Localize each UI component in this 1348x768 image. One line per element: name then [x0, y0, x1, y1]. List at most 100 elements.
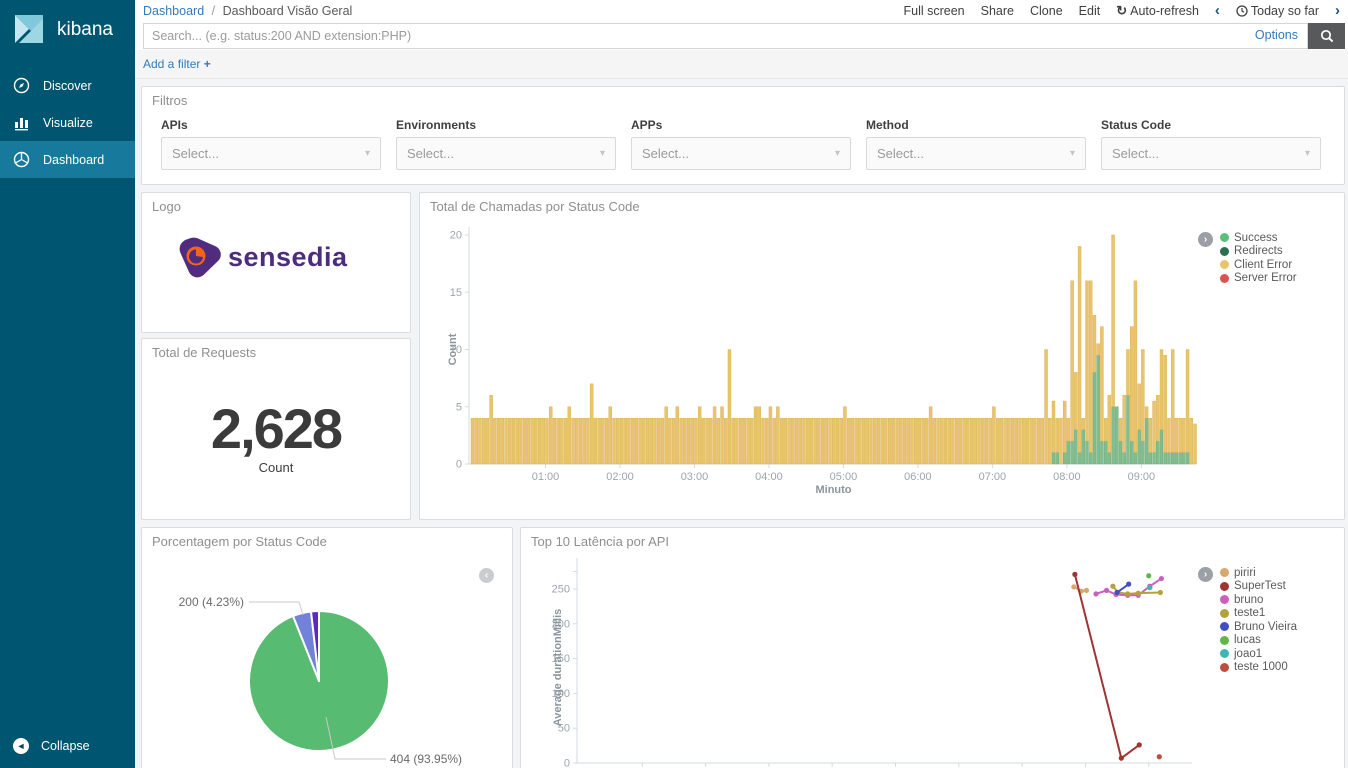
legend-color-dot — [1220, 247, 1229, 256]
legend-item[interactable]: lucas — [1220, 634, 1297, 648]
clone-button[interactable]: Clone — [1030, 4, 1063, 18]
legend-label: SuperTest — [1234, 580, 1286, 592]
sidebar: kibana Discover Visualize — [0, 0, 135, 768]
chevron-down-icon: ▾ — [600, 148, 605, 159]
chevron-down-icon: ▾ — [1070, 148, 1075, 159]
panel-status-calls-chart: Total de Chamadas por Status Code 051015… — [419, 192, 1345, 520]
legend-color-dot — [1220, 260, 1229, 269]
legend-label: Redirects — [1234, 245, 1283, 257]
legend-toggle-icon[interactable]: › — [1198, 232, 1213, 247]
legend-item[interactable]: Success — [1220, 231, 1297, 245]
filter-group-apis: APIs Select... ▾ — [161, 118, 381, 170]
select-value: Select... — [642, 146, 689, 161]
legend-color-dot — [1220, 622, 1229, 631]
legend-item[interactable]: teste 1000 — [1220, 661, 1297, 675]
svg-text:03:00: 03:00 — [681, 471, 709, 483]
add-filter-button[interactable]: Add a filter + — [143, 57, 211, 71]
sidebar-item-visualize[interactable]: Visualize — [0, 104, 135, 141]
legend-label: teste 1000 — [1234, 661, 1288, 673]
kibana-logo-icon — [12, 13, 46, 47]
legend-color-dot — [1220, 582, 1229, 591]
sidebar-item-discover[interactable]: Discover — [0, 67, 135, 104]
legend-item[interactable]: Client Error — [1220, 258, 1297, 272]
status-code-select[interactable]: Select... ▾ — [1101, 137, 1321, 170]
chevron-down-icon: ▾ — [365, 148, 370, 159]
panel-title: Total de Requests — [152, 345, 256, 360]
svg-text:Count: Count — [447, 333, 459, 365]
filter-label: Method — [866, 118, 1086, 132]
svg-text:15: 15 — [450, 287, 462, 299]
legend-label: lucas — [1234, 634, 1261, 646]
breadcrumb: Dashboard / Dashboard Visão Geral — [143, 4, 352, 18]
legend-item[interactable]: SuperTest — [1220, 580, 1297, 594]
filter-group-environments: Environments Select... ▾ — [396, 118, 616, 170]
full-screen-button[interactable]: Full screen — [904, 4, 965, 18]
breadcrumb-separator: / — [212, 4, 215, 18]
dashboard-actions: Full screen Share Clone Edit ↻Auto-refre… — [904, 3, 1341, 19]
filter-group-method: Method Select... ▾ — [866, 118, 1086, 170]
legend-item[interactable]: bruno — [1220, 593, 1297, 607]
legend-item[interactable]: piriri — [1220, 566, 1297, 580]
apps-select[interactable]: Select... ▾ — [631, 137, 851, 170]
app-title: kibana — [57, 19, 113, 41]
collapse-arrow-icon: ◄ — [13, 738, 29, 754]
legend-color-dot — [1220, 595, 1229, 604]
legend-toggle-icon[interactable]: › — [1198, 567, 1213, 582]
dashboard-icon — [13, 151, 30, 168]
series-point-SuperTest — [1137, 742, 1142, 747]
select-value: Select... — [407, 146, 454, 161]
series-point-teste1 — [1110, 584, 1115, 589]
breadcrumb-dashboard-link[interactable]: Dashboard — [143, 4, 204, 18]
series-line-SuperTest — [1075, 574, 1139, 758]
sidebar-collapse-button[interactable]: ◄ Collapse — [0, 728, 135, 764]
status-percentage-pie-chart: 200 (4.23%) 404 (93.95%) — [142, 528, 512, 768]
time-range-button[interactable]: Today so far — [1236, 4, 1319, 18]
svg-text:09:00: 09:00 — [1128, 471, 1156, 483]
edit-button[interactable]: Edit — [1079, 4, 1101, 18]
metric: 2,628 Count — [142, 401, 410, 475]
series-point-piriri — [1071, 584, 1076, 589]
method-select[interactable]: Select... ▾ — [866, 137, 1086, 170]
options-link[interactable]: Options — [1255, 28, 1298, 42]
legend-item[interactable]: joao1 — [1220, 647, 1297, 661]
pie-label-404: 404 (93.95%) — [390, 752, 462, 766]
filters-row: APIs Select... ▾ Environments Select... … — [161, 118, 1321, 170]
environments-select[interactable]: Select... ▾ — [396, 137, 616, 170]
panel-latency-chart: Top 10 Latência por API 0501001502002500… — [520, 527, 1345, 768]
svg-text:0: 0 — [456, 459, 462, 471]
legend-item[interactable]: teste1 — [1220, 607, 1297, 621]
series-point-lucas — [1146, 573, 1151, 578]
plus-icon: + — [204, 57, 211, 71]
pie-label-200: 200 (4.23%) — [179, 595, 244, 609]
legend-color-dot — [1220, 636, 1229, 645]
latency-legend: piririSuperTestbrunoteste1Bruno Vieiralu… — [1220, 566, 1297, 674]
legend-item[interactable]: Redirects — [1220, 245, 1297, 259]
search-input[interactable] — [143, 23, 1308, 49]
legend-label: Success — [1234, 232, 1277, 244]
series-point-SuperTest — [1072, 572, 1077, 577]
panel-filtros: Filtros APIs Select... ▾ Environments Se… — [141, 86, 1345, 185]
legend-item[interactable]: Server Error — [1220, 272, 1297, 286]
legend-label: joao1 — [1234, 648, 1262, 660]
svg-text:05:00: 05:00 — [830, 471, 858, 483]
sidebar-item-dashboard[interactable]: Dashboard — [0, 141, 135, 178]
panel-title: Total de Chamadas por Status Code — [430, 199, 640, 214]
legend-label: Client Error — [1234, 259, 1292, 271]
legend-item[interactable]: Bruno Vieira — [1220, 620, 1297, 634]
total-requests-value: 2,628 — [142, 401, 410, 457]
collapse-label: Collapse — [41, 739, 90, 753]
bars-group — [471, 235, 1197, 464]
svg-text:5: 5 — [456, 401, 462, 413]
time-back-button[interactable]: ‹ — [1215, 3, 1220, 18]
auto-refresh-button[interactable]: ↻Auto-refresh — [1116, 3, 1199, 19]
svg-text:02:00: 02:00 — [606, 471, 634, 483]
legend-toggle-icon[interactable]: ‹ — [479, 568, 494, 583]
share-button[interactable]: Share — [981, 4, 1014, 18]
sensedia-logo: sensedia — [170, 233, 385, 294]
search-button[interactable] — [1308, 23, 1345, 49]
apis-select[interactable]: Select... ▾ — [161, 137, 381, 170]
legend-label: Bruno Vieira — [1234, 621, 1297, 633]
time-forward-button[interactable]: › — [1335, 3, 1340, 18]
kibana-dashboard-page: kibana Discover Visualize — [0, 0, 1348, 768]
kibana-logo[interactable]: kibana — [0, 0, 135, 67]
